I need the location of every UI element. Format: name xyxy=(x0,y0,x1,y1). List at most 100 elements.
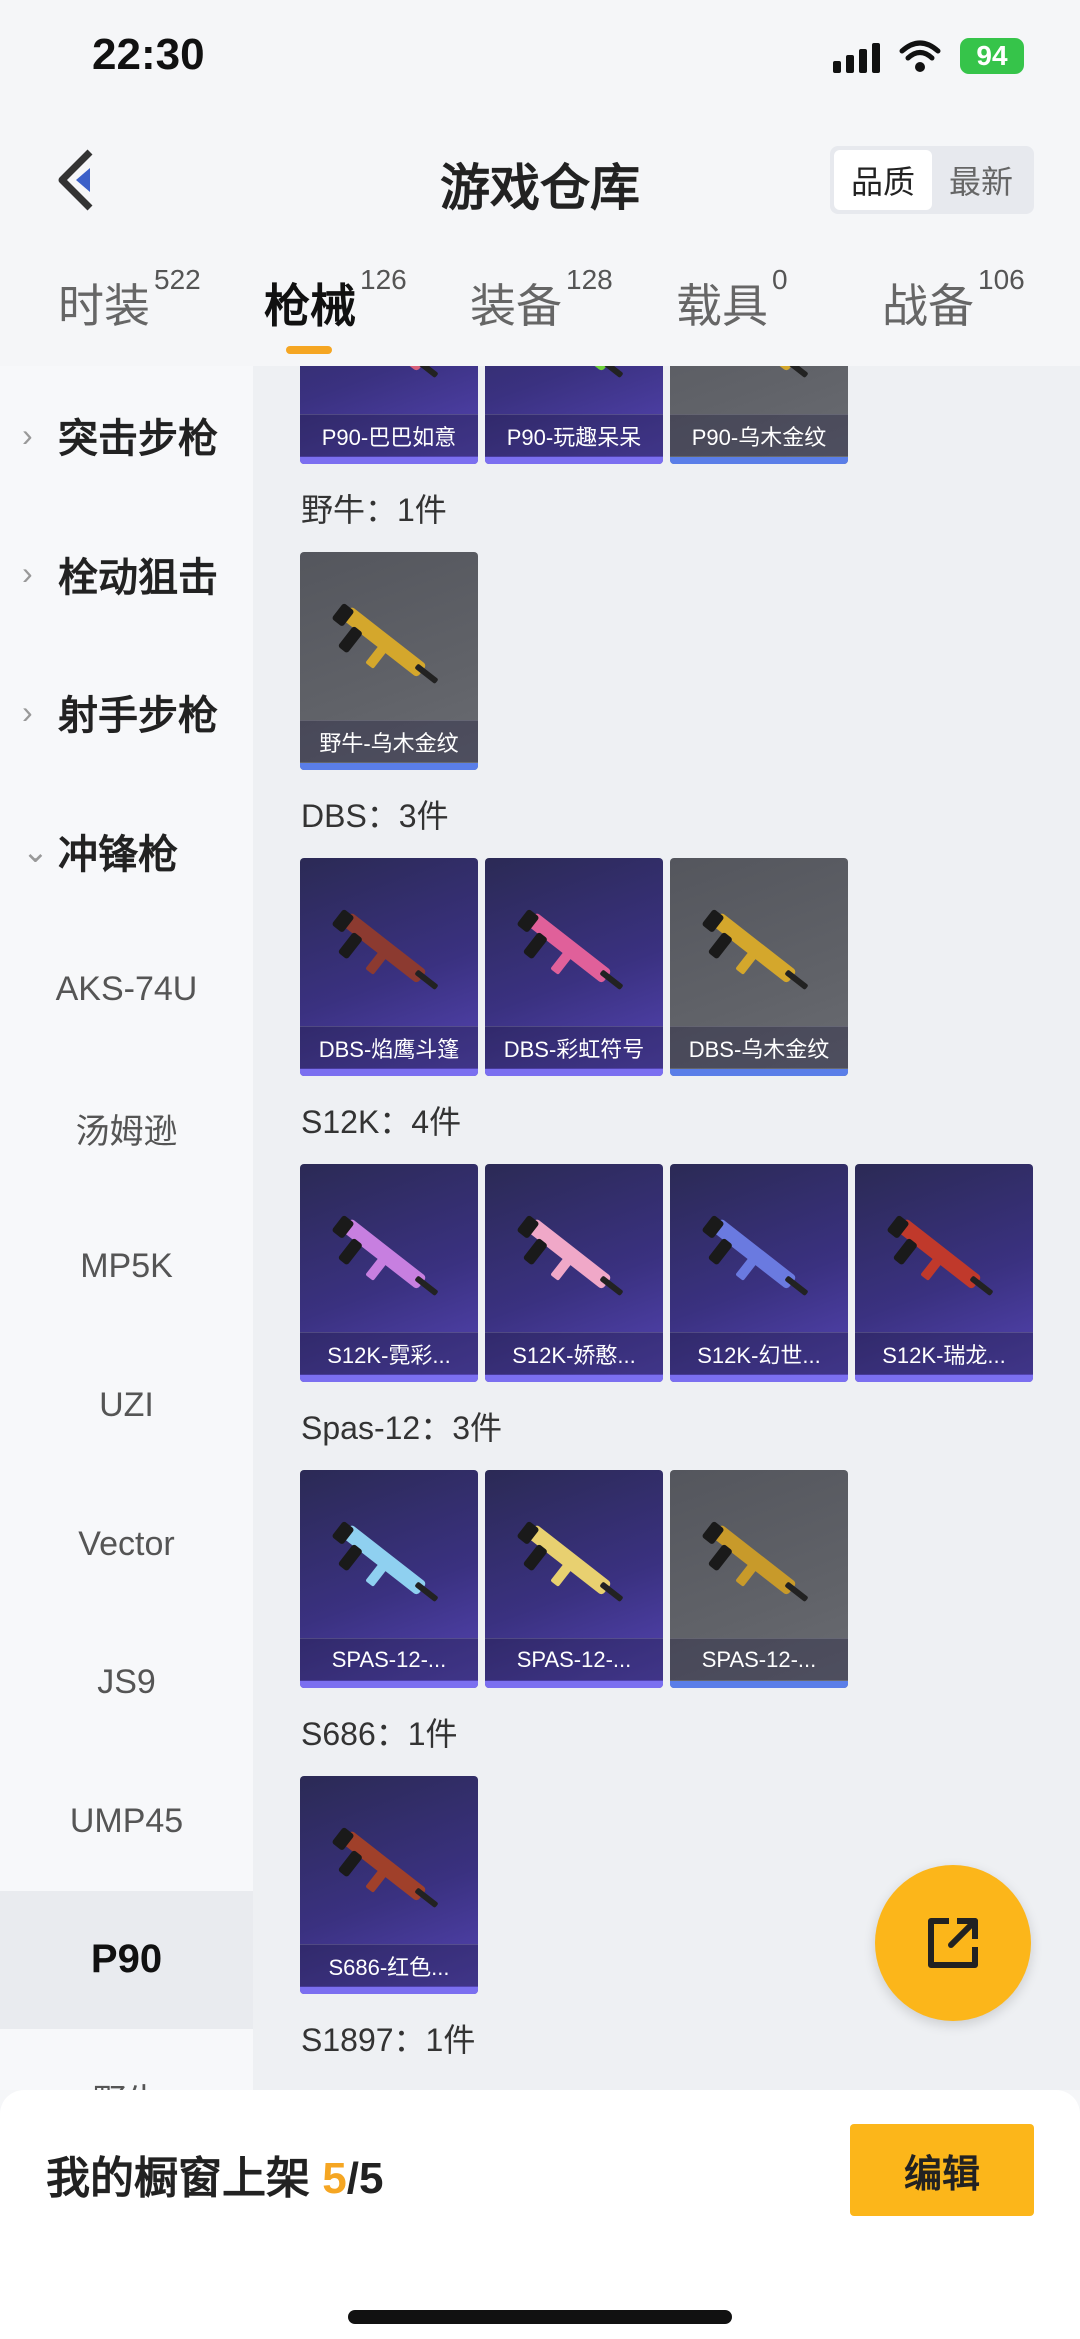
weapon-icon xyxy=(712,366,808,378)
status-icons: 94 xyxy=(833,38,1024,74)
group-label: S12K：4件 xyxy=(301,1104,462,1140)
chevron-right-icon: › xyxy=(22,555,33,592)
skin-name: DBS-焰鹰斗篷 xyxy=(300,1026,478,1068)
sidebar-item-vector[interactable]: Vector xyxy=(0,1475,253,1614)
rarity-bar xyxy=(300,1069,478,1076)
rarity-bar xyxy=(300,1681,478,1688)
weapon-icon xyxy=(332,1215,438,1296)
showcase-status: 我的橱窗上架 5/5 xyxy=(46,2154,384,2203)
tab-count: 522 xyxy=(154,264,201,295)
weapon-icon xyxy=(517,909,623,990)
skin-name: DBS-乌木金纹 xyxy=(670,1026,848,1068)
rarity-bar xyxy=(485,1069,663,1076)
status-bar: 22:30 94 xyxy=(0,0,1080,120)
skin-card[interactable]: SPAS-12-... xyxy=(300,1470,478,1688)
rarity-bar xyxy=(485,1375,663,1382)
sidebar-item-thompson[interactable]: 汤姆逊 xyxy=(0,1059,253,1198)
weapon-icon xyxy=(332,1521,438,1602)
group-label: DBS：3件 xyxy=(301,798,449,834)
skin-card[interactable]: S12K-瑞龙... xyxy=(855,1164,1033,1382)
edit-button[interactable]: 编辑 xyxy=(850,2124,1034,2216)
weapon-icon xyxy=(517,1521,623,1602)
sidebar-item-bizon[interactable]: 野牛 xyxy=(0,2029,253,2090)
sidebar-category-marksman-rifle[interactable]: › 射手步枪 xyxy=(0,643,253,782)
skin-card[interactable]: P90-巴巴如意 xyxy=(300,366,478,464)
skin-card[interactable]: DBS-彩虹符号 xyxy=(485,858,663,1076)
skin-card[interactable]: S686-红色... xyxy=(300,1776,478,1994)
tab-supplies[interactable]: 战备106 xyxy=(882,264,1025,336)
weapon-icon xyxy=(517,1215,623,1296)
signal-icon xyxy=(833,39,880,73)
skin-name: P90-巴巴如意 xyxy=(300,414,478,456)
group-label: 野牛：1件 xyxy=(301,492,447,528)
home-indicator xyxy=(348,2310,732,2324)
category-tabs: 时装522 枪械126 装备128 载具0 战备106 xyxy=(0,240,1080,366)
skin-card[interactable]: SPAS-12-... xyxy=(670,1470,848,1688)
skin-name: DBS-彩虹符号 xyxy=(485,1026,663,1068)
skin-name: P90-乌木金纹 xyxy=(670,414,848,456)
skin-card[interactable]: 野牛-乌木金纹 xyxy=(300,552,478,770)
showcase-used-count: 5 xyxy=(322,2154,347,2203)
sort-toggle: 品质 最新 xyxy=(830,146,1034,214)
skin-card[interactable]: S12K-娇憨... xyxy=(485,1164,663,1382)
group-label: S686：1件 xyxy=(301,1716,458,1752)
tab-count: 128 xyxy=(566,264,613,295)
sidebar-item-p90[interactable]: P90 xyxy=(0,1890,253,2030)
tab-fashion[interactable]: 时装522 xyxy=(58,264,201,336)
skin-name: SPAS-12-... xyxy=(300,1638,478,1680)
rarity-bar xyxy=(300,763,478,770)
sort-quality-button[interactable]: 品质 xyxy=(834,150,932,210)
skin-row: S12K-霓彩... S12K-娇憨... S12K-幻世... S12K-瑞龙... xyxy=(253,1164,1080,1382)
sidebar-category-smg[interactable]: ⌄ 冲锋枪 xyxy=(0,782,253,921)
sidebar-item-mp5k[interactable]: MP5K xyxy=(0,1198,253,1337)
skin-row: P90-巴巴如意 P90-玩趣呆呆 P90-乌木金纹 xyxy=(253,366,1080,464)
group-label: Spas-12：3件 xyxy=(301,1410,502,1446)
sidebar-item-aks74u[interactable]: AKS-74U xyxy=(0,920,253,1059)
weapon-icon xyxy=(342,366,438,378)
skin-card[interactable]: DBS-焰鹰斗篷 xyxy=(300,858,478,1076)
rarity-bar xyxy=(485,457,663,464)
sidebar-category-bolt-sniper[interactable]: › 栓动狙击 xyxy=(0,505,253,644)
weapon-icon xyxy=(702,909,808,990)
skin-name: S12K-霓彩... xyxy=(300,1332,478,1374)
skin-grid-inner: P90-巴巴如意 P90-玩趣呆呆 P90-乌木金纹野牛：1件野牛-乌木金纹 DBS：… xyxy=(253,366,1080,2082)
chevron-right-icon: › xyxy=(22,416,33,453)
tab-count: 126 xyxy=(360,264,407,295)
tab-equipment[interactable]: 装备128 xyxy=(470,264,613,336)
battery-icon: 94 xyxy=(960,38,1024,74)
sort-latest-button[interactable]: 最新 xyxy=(932,150,1030,210)
skin-name: S12K-瑞龙... xyxy=(855,1332,1033,1374)
wifi-icon xyxy=(899,40,941,72)
skin-card[interactable]: P90-玩趣呆呆 xyxy=(485,366,663,464)
skin-card[interactable]: P90-乌木金纹 xyxy=(670,366,848,464)
tab-vehicles[interactable]: 载具0 xyxy=(676,264,788,336)
weapon-icon xyxy=(332,1827,438,1908)
tab-firearms[interactable]: 枪械126 xyxy=(264,264,407,336)
status-time: 22:30 xyxy=(92,30,205,79)
skin-card[interactable]: SPAS-12-... xyxy=(485,1470,663,1688)
skin-card[interactable]: S12K-幻世... xyxy=(670,1164,848,1382)
skin-name: 野牛-乌木金纹 xyxy=(300,720,478,762)
skin-card[interactable]: S12K-霓彩... xyxy=(300,1164,478,1382)
share-button[interactable] xyxy=(875,1865,1031,2021)
skin-row: 野牛-乌木金纹 xyxy=(253,552,1080,770)
rarity-bar xyxy=(670,1681,848,1688)
weapon-icon xyxy=(332,603,438,684)
skin-name: S12K-娇憨... xyxy=(485,1332,663,1374)
rarity-bar xyxy=(855,1375,1033,1382)
weapon-icon xyxy=(887,1215,993,1296)
showcase-total-count: 5 xyxy=(358,2154,384,2203)
sidebar-item-js9[interactable]: JS9 xyxy=(0,1613,253,1752)
sidebar-item-uzi[interactable]: UZI xyxy=(0,1336,253,1475)
skin-grid: P90-巴巴如意 P90-玩趣呆呆 P90-乌木金纹野牛：1件野牛-乌木金纹 DBS：… xyxy=(253,366,1080,2090)
sidebar-category-assault-rifle[interactable]: › 突击步枪 xyxy=(0,366,253,505)
weapon-type-sidebar: › 突击步枪 › 栓动狙击 › 射手步枪 ⌄ 冲锋枪 AKS-74U 汤姆逊 MP5K … xyxy=(0,366,253,2090)
weapon-icon xyxy=(527,366,623,378)
skin-card[interactable]: DBS-乌木金纹 xyxy=(670,858,848,1076)
skin-name: SPAS-12-... xyxy=(485,1638,663,1680)
header: 游戏仓库 品质 最新 xyxy=(0,120,1080,240)
skin-name: SPAS-12-... xyxy=(670,1638,848,1680)
skin-name: P90-玩趣呆呆 xyxy=(485,414,663,456)
weapon-icon xyxy=(702,1215,808,1296)
sidebar-item-ump45[interactable]: UMP45 xyxy=(0,1752,253,1891)
